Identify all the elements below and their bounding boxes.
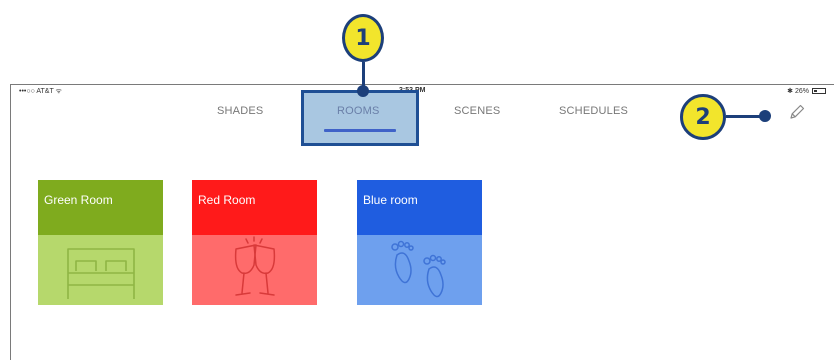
room-label: Blue room bbox=[363, 193, 418, 207]
bed-icon bbox=[67, 248, 135, 299]
room-tile-body bbox=[192, 235, 317, 305]
room-tile-blue[interactable]: Blue room bbox=[357, 180, 482, 305]
rooms-tab-highlight bbox=[301, 90, 419, 146]
battery-indicator: ✱ 26% bbox=[787, 87, 826, 95]
room-label: Red Room bbox=[198, 193, 256, 207]
tab-rooms[interactable]: ROOMS bbox=[337, 105, 380, 117]
room-tile-body bbox=[357, 235, 482, 305]
callout-1-badge: 1 bbox=[342, 14, 384, 62]
tab-schedules[interactable]: SCHEDULES bbox=[559, 105, 628, 117]
callout-1-number: 1 bbox=[355, 25, 371, 51]
room-tile-header: Blue room bbox=[357, 180, 482, 235]
callout-1-dot bbox=[357, 85, 369, 97]
callout-2-number: 2 bbox=[695, 104, 711, 130]
room-tile-body bbox=[38, 235, 163, 305]
footprints-icon bbox=[391, 240, 446, 298]
carrier-label: •••○○ AT&T ᯤ bbox=[19, 88, 62, 95]
pencil-icon[interactable] bbox=[788, 103, 806, 121]
battery-icon bbox=[812, 88, 826, 94]
room-tile-header: Red Room bbox=[192, 180, 317, 235]
room-tile-red[interactable]: Red Room bbox=[192, 180, 317, 305]
tab-selected-underline bbox=[324, 129, 396, 132]
callout-2-badge: 2 bbox=[680, 94, 726, 140]
callout-2-dot bbox=[759, 110, 771, 122]
champagne-glasses-icon bbox=[234, 236, 276, 296]
tab-scenes[interactable]: SCENES bbox=[454, 105, 500, 117]
tab-shades[interactable]: SHADES bbox=[217, 105, 263, 117]
battery-label: ✱ 26% bbox=[787, 88, 809, 95]
room-label: Green Room bbox=[44, 193, 113, 207]
room-tile-header: Green Room bbox=[38, 180, 163, 235]
room-tile-green[interactable]: Green Room bbox=[38, 180, 163, 305]
